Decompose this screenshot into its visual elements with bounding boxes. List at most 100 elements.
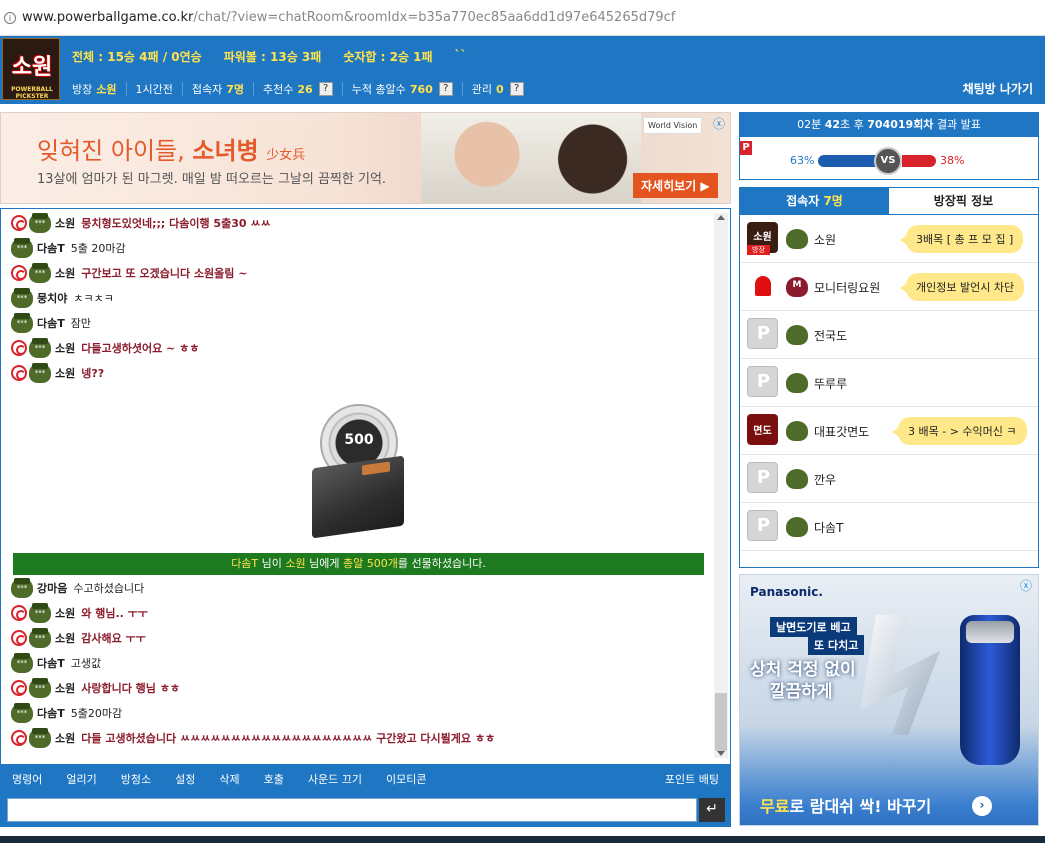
chat-message: 다솜T 5출20마감 — [11, 703, 122, 723]
info-icon[interactable]: i — [4, 11, 16, 24]
menu-command[interactable]: 명령어 — [0, 771, 54, 787]
info-recommend: 추천수 26 ? — [253, 82, 342, 96]
rank-icon — [786, 229, 808, 249]
avatar — [747, 414, 778, 445]
rank-icon — [11, 313, 33, 333]
user-list-panel: 접속자 7명 방장픽 정보 방장 소원 3배목 [ 총 프 모 집 ] 모니터링요원 개… — [739, 187, 1039, 568]
menu-point-bet[interactable]: 포인트 배팅 — [653, 771, 731, 787]
message-author[interactable]: 소원 — [55, 680, 75, 696]
user-status-bubble: 개인정보 발언시 차단 — [899, 273, 1025, 301]
message-author[interactable]: 소원 — [55, 365, 75, 381]
rank-icon — [29, 728, 51, 748]
message-text: 5출 20마감 — [70, 242, 126, 255]
gift-animation: 500 — [306, 404, 416, 544]
user-name: 깐우 — [814, 473, 837, 487]
ammo-box-icon — [312, 455, 404, 539]
powerball-badge-icon — [11, 605, 27, 621]
user-row[interactable]: 뚜루루 — [740, 359, 1038, 407]
ad-line-2: 또 다치고 — [808, 635, 865, 655]
message-text: 다들고생하셧어요 ~ ㅎㅎ — [81, 342, 200, 355]
rank-icon — [29, 363, 51, 383]
message-text: 감사해요 ㅜㅜ — [81, 632, 146, 645]
send-button[interactable]: ↵ — [699, 798, 725, 822]
chat-input[interactable] — [7, 798, 697, 822]
message-author[interactable]: 강마음 — [37, 580, 67, 596]
message-author[interactable]: 다솜T — [37, 705, 65, 721]
message-text: 잠만 — [70, 317, 91, 330]
blue-bar — [818, 155, 878, 167]
message-author[interactable]: 소원 — [55, 730, 75, 746]
ad-subtext: 13살에 엄마가 된 마그렛. 매일 밤 떠오르는 그날의 끔찍한 기억. — [37, 172, 387, 187]
powerball-badge-icon — [11, 265, 27, 281]
ad-close-icon[interactable]: ⓧ — [1020, 577, 1032, 594]
chat-message: 다솜T 고생값 — [11, 653, 101, 673]
logo-sub: POWERBALL PICKSTER — [11, 86, 53, 100]
message-author[interactable]: 다솜T — [37, 240, 65, 256]
message-text: ㅊㅋㅊㅋ — [73, 292, 114, 305]
manage-help-button[interactable]: ? — [509, 82, 524, 96]
address-bar[interactable]: i www.powerballgame.co.kr /chat/?view=ch… — [0, 0, 1045, 36]
message-text: 다들 고생하셨습니다 ㅆㅆㅆㅆㅆㅆㅆㅆㅆㅆㅆㅆㅆㅆㅆㅆㅆㅆㅆ 구간왔고 다시뵐게… — [81, 732, 496, 745]
chat-menu-bar: 명령어 얼리기 방청소 설정 삭제 호출 사운드 끄기 이모티콘 포인트 배팅 — [0, 765, 731, 793]
powerball-badge-icon — [11, 340, 27, 356]
rank-icon — [29, 603, 51, 623]
chat-scrollbar[interactable] — [714, 213, 728, 758]
menu-emoticon[interactable]: 이모티콘 — [374, 771, 438, 787]
scroll-down-icon[interactable] — [717, 751, 725, 756]
info-owner: 방장 소원 — [72, 83, 117, 96]
vs-icon: VS — [874, 147, 902, 175]
rank-icon — [11, 238, 33, 258]
user-row[interactable]: 전국도 — [740, 311, 1038, 359]
rank-icon — [786, 469, 808, 489]
rank-icon — [29, 338, 51, 358]
menu-sound-off[interactable]: 사운드 끄기 — [296, 771, 374, 787]
message-author[interactable]: 뭉치야 — [37, 290, 67, 306]
top-advertisement[interactable]: 잊혀진 아이들, 소녀병 少女兵 13살에 엄마가 된 마그렛. 매일 밤 떠오… — [0, 112, 731, 204]
tab-users[interactable]: 접속자 7명 — [740, 188, 889, 215]
user-row[interactable]: 모니터링요원 개인정보 발언시 차단 — [740, 263, 1038, 311]
rank-icon — [11, 703, 33, 723]
recommend-help-button[interactable]: ? — [318, 82, 333, 96]
menu-clear[interactable]: 방청소 — [109, 771, 163, 787]
message-author[interactable]: 소원 — [55, 215, 75, 231]
chat-log[interactable]: 소원뭉치형도있엇네;;; 다솜이행 5출30 ㅆㅆ다솜T5출 20마감소원구간보… — [0, 208, 731, 765]
message-author[interactable]: 소원 — [55, 265, 75, 281]
result-title: 02분 42초 후 704019회차 결과 발표 — [740, 113, 1038, 137]
message-text: 넹?? — [81, 367, 105, 380]
menu-call[interactable]: 호출 — [252, 771, 296, 787]
rank-icon — [11, 288, 33, 308]
ad-headline: 잊혀진 아이들, 소녀병 少女兵 — [37, 137, 306, 165]
menu-freeze[interactable]: 얼리기 — [54, 771, 108, 787]
user-row[interactable]: 방장 소원 3배목 [ 총 프 모 집 ] — [740, 215, 1038, 263]
user-row[interactable]: 대표갓면도 3 배목 - > 수익머신 ㅋ — [740, 407, 1038, 455]
ad-cta-button[interactable]: 자세히보기 ▶ — [633, 173, 718, 198]
powerball-badge-icon — [11, 730, 27, 746]
user-row[interactable]: 깐우 — [740, 455, 1038, 503]
user-row[interactable]: 다솜T — [740, 503, 1038, 551]
tab-owner-pick[interactable]: 방장픽 정보 — [889, 188, 1038, 215]
gifts-help-button[interactable]: ? — [438, 82, 453, 96]
ad-arrow-icon[interactable]: › — [972, 796, 992, 816]
message-author[interactable]: 다솜T — [37, 315, 65, 331]
ad-line-4: 깔끔하게 — [770, 682, 833, 702]
side-advertisement[interactable]: Panasonic. ⓧ 날면도기로 베고 또 다치고 상처 걱정 없이 깔끔하… — [739, 574, 1039, 826]
message-author[interactable]: 소원 — [55, 340, 75, 356]
menu-settings[interactable]: 설정 — [163, 771, 207, 787]
logo-text: 소원 — [11, 55, 53, 80]
scroll-thumb[interactable] — [715, 693, 727, 751]
menu-delete[interactable]: 삭제 — [207, 771, 251, 787]
ad-close-icon[interactable]: ⓧ — [713, 115, 725, 132]
message-author[interactable]: 다솜T — [37, 655, 65, 671]
stat-sum: 숫자합 : 2승 1패 — [343, 50, 433, 64]
leave-room-button[interactable]: 채팅방 나가기 — [963, 80, 1033, 97]
page-bottom-bar — [0, 836, 1045, 843]
red-percent: 38% — [940, 154, 965, 167]
stat-extra: `` — [454, 48, 467, 62]
scroll-up-icon[interactable] — [717, 215, 725, 220]
ad-bottom-text: 무료로 람대쉬 싹! 바꾸기 — [760, 797, 932, 816]
ad-photo — [421, 113, 641, 203]
message-author[interactable]: 소원 — [55, 630, 75, 646]
message-author[interactable]: 소원 — [55, 605, 75, 621]
red-bar — [902, 155, 936, 167]
info-gifts: 누적 총알수 760 ? — [341, 82, 462, 96]
